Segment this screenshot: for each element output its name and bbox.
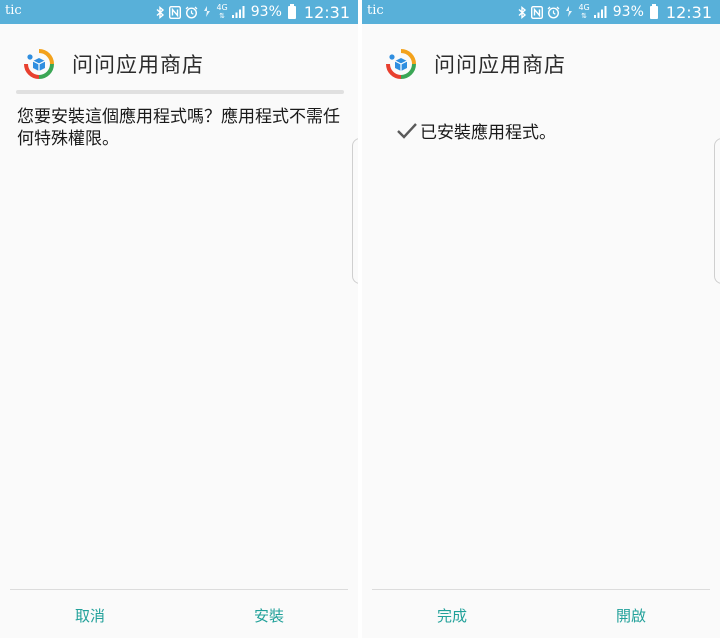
network-type-text: 4G bbox=[216, 3, 228, 12]
data-arrows-icon bbox=[564, 5, 574, 19]
data-arrows-icon bbox=[202, 5, 212, 19]
app-title: 问问应用商店 bbox=[434, 53, 566, 77]
app-title: 问问应用商店 bbox=[72, 53, 204, 77]
edge-panel-handle[interactable] bbox=[714, 138, 720, 284]
installed-message: 已安裝應用程式。 bbox=[420, 123, 556, 143]
app-logo-icon bbox=[386, 49, 416, 79]
cancel-button[interactable]: 取消 bbox=[30, 600, 150, 630]
install-result: 已安裝應用程式。 bbox=[396, 118, 556, 143]
install-screen: tic 4G ⇅ 93% 12:31 问问应用商店 您要安裝這個應用程式嗎？應用… bbox=[0, 0, 358, 638]
done-button[interactable]: 完成 bbox=[392, 600, 512, 630]
status-icons: 4G ⇅ 93% 12:31 bbox=[518, 2, 712, 22]
alarm-icon bbox=[185, 6, 198, 19]
install-prompt: 您要安裝這個應用程式嗎？應用程式不需任何特殊權限。 bbox=[17, 107, 340, 149]
alarm-icon bbox=[547, 6, 560, 19]
nfc-icon bbox=[169, 5, 182, 19]
status-bar: tic 4G ⇅ 93% 12:31 bbox=[0, 0, 358, 24]
open-button[interactable]: 開啟 bbox=[571, 600, 691, 630]
check-icon bbox=[397, 122, 417, 139]
data-arrows: ⇅ bbox=[581, 12, 588, 20]
battery-percent: 93% bbox=[612, 4, 644, 20]
progress-divider bbox=[16, 90, 344, 94]
install-button[interactable]: 安裝 bbox=[209, 600, 329, 630]
network-type-label: 4G ⇅ bbox=[578, 3, 590, 21]
battery-percent: 93% bbox=[250, 4, 282, 20]
bluetooth-icon bbox=[518, 5, 527, 19]
app-header: 问问应用商店 bbox=[24, 44, 204, 84]
carrier-label: tic bbox=[5, 3, 22, 18]
network-type-text: 4G bbox=[578, 3, 590, 12]
carrier-label: tic bbox=[367, 3, 384, 18]
nfc-icon bbox=[531, 5, 544, 19]
battery-icon bbox=[287, 3, 296, 19]
installed-screen: tic 4G ⇅ 93% 12:31 问问应用商店 已安裝應用程式。 完成 開啟 bbox=[362, 0, 720, 638]
bluetooth-icon bbox=[156, 5, 165, 19]
battery-icon bbox=[649, 3, 658, 19]
status-icons: 4G ⇅ 93% 12:31 bbox=[156, 2, 350, 22]
app-logo-icon bbox=[24, 49, 54, 79]
button-bar-divider bbox=[372, 589, 710, 590]
data-arrows: ⇅ bbox=[219, 12, 226, 20]
clock: 12:31 bbox=[303, 2, 350, 22]
button-bar-divider bbox=[10, 589, 348, 590]
status-bar: tic 4G ⇅ 93% 12:31 bbox=[362, 0, 720, 24]
signal-icon bbox=[593, 6, 607, 18]
signal-icon bbox=[231, 6, 245, 18]
network-type-label: 4G ⇅ bbox=[216, 3, 228, 21]
clock: 12:31 bbox=[665, 2, 712, 22]
app-header: 问问应用商店 bbox=[386, 44, 566, 84]
